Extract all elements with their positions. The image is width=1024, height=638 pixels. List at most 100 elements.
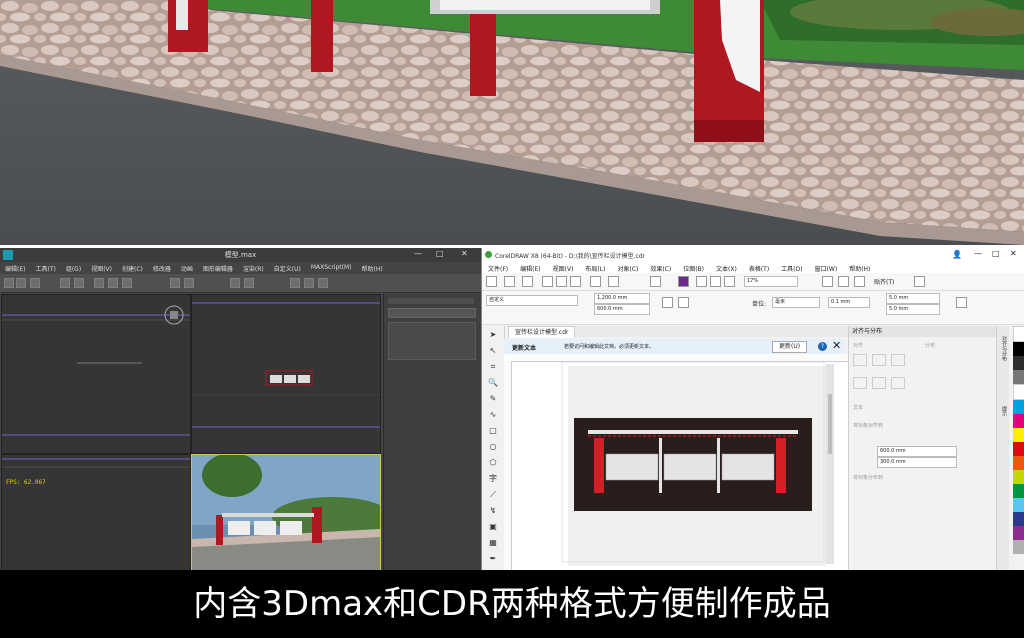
color-swatch[interactable]: [1013, 370, 1024, 384]
menu-item[interactable]: 对象(C): [611, 262, 644, 273]
publish-pdf-icon[interactable]: [724, 276, 735, 287]
parallel-dimension-icon[interactable]: ⟋: [488, 490, 498, 500]
menu-item[interactable]: 视图(V): [86, 262, 117, 274]
color-swatch[interactable]: [1013, 526, 1024, 540]
open-icon[interactable]: [504, 276, 515, 287]
rulers-icon[interactable]: [838, 276, 849, 287]
ellipse-tool-icon[interactable]: ○: [488, 442, 498, 452]
shape-tool-icon[interactable]: ↖: [488, 346, 498, 356]
menu-item[interactable]: 窗口(W): [809, 262, 844, 273]
viewport-perspective[interactable]: [191, 453, 392, 570]
redo-icon[interactable]: [16, 278, 26, 288]
zoom-level-field[interactable]: 17%: [744, 276, 798, 287]
align-center-icon[interactable]: [872, 354, 886, 366]
menu-item[interactable]: 视图(V): [547, 262, 580, 273]
color-swatch[interactable]: [1013, 470, 1024, 484]
viewport-front[interactable]: [191, 294, 381, 454]
redo-icon[interactable]: [608, 276, 619, 287]
render-icon[interactable]: [318, 278, 328, 288]
rotate-icon[interactable]: [108, 278, 118, 288]
menu-item[interactable]: 文件(F): [482, 262, 514, 273]
close-icon[interactable]: ✕: [832, 339, 841, 352]
maximize-icon[interactable]: □: [436, 249, 444, 258]
menu-item[interactable]: 动画: [176, 262, 198, 274]
rectangle-tool-icon[interactable]: □: [488, 426, 498, 436]
menu-item[interactable]: 组(G): [61, 262, 86, 274]
mirror-icon[interactable]: [230, 278, 240, 288]
viewport-left[interactable]: FPS: 62.067: [1, 454, 191, 570]
snap-icon[interactable]: [170, 278, 180, 288]
menu-item[interactable]: 表格(T): [743, 262, 775, 273]
save-icon[interactable]: [522, 276, 533, 287]
menu-item[interactable]: 图形编辑器: [198, 262, 238, 274]
duplicate-x-field[interactable]: 5.0 mm: [886, 293, 940, 304]
menu-item[interactable]: 效果(C): [644, 262, 677, 273]
corel-connect-icon[interactable]: [678, 276, 689, 287]
snap-to-dropdown[interactable]: 贴齐(T): [874, 277, 894, 286]
menu-item[interactable]: 工具(T): [30, 262, 60, 274]
options-gear-icon[interactable]: [914, 276, 925, 287]
vertical-ruler[interactable]: [504, 361, 512, 570]
update-button[interactable]: 更新(U): [772, 341, 808, 353]
landscape-icon[interactable]: [678, 297, 689, 308]
color-swatch[interactable]: [1013, 326, 1024, 342]
material-editor-icon[interactable]: [290, 278, 300, 288]
import-icon[interactable]: [696, 276, 707, 287]
color-swatch[interactable]: [1013, 428, 1024, 442]
color-swatch[interactable]: [1013, 342, 1024, 356]
close-icon[interactable]: ✕: [461, 249, 468, 258]
align-bottom-icon[interactable]: [891, 376, 905, 389]
export-icon[interactable]: [710, 276, 721, 287]
portrait-icon[interactable]: [662, 297, 673, 308]
align-right-icon[interactable]: [891, 354, 905, 366]
menu-item[interactable]: 布局(L): [579, 262, 611, 273]
cut-icon[interactable]: [542, 276, 553, 287]
link-icon[interactable]: [30, 278, 40, 288]
user-icon[interactable]: 👤: [952, 250, 962, 259]
move-icon[interactable]: [94, 278, 104, 288]
menu-item[interactable]: 创建(C): [117, 262, 148, 274]
angle-snap-icon[interactable]: [184, 278, 194, 288]
text-tool-icon[interactable]: 字: [488, 474, 498, 484]
docker-tab-hints[interactable]: 提示: [998, 406, 1008, 416]
close-icon[interactable]: ✕: [1010, 249, 1017, 258]
minimize-icon[interactable]: —: [974, 249, 982, 258]
minimize-icon[interactable]: —: [414, 249, 422, 258]
menu-item[interactable]: MAXScript(M): [306, 262, 357, 274]
maximize-icon[interactable]: □: [992, 249, 1000, 258]
position-x-field[interactable]: 600.0 mm: [877, 446, 957, 457]
menu-item[interactable]: 自定义(U): [269, 262, 306, 274]
help-icon[interactable]: ?: [818, 342, 827, 351]
polygon-tool-icon[interactable]: ⬠: [488, 458, 498, 468]
connector-tool-icon[interactable]: ↯: [488, 506, 498, 516]
menu-item[interactable]: 编辑(E): [514, 262, 546, 273]
render-setup-icon[interactable]: [304, 278, 314, 288]
full-screen-icon[interactable]: [822, 276, 833, 287]
eyedropper-tool-icon[interactable]: ✒: [488, 554, 498, 564]
menu-item[interactable]: 位图(B): [677, 262, 710, 273]
select-region-icon[interactable]: [74, 278, 84, 288]
drop-shadow-tool-icon[interactable]: ▣: [488, 522, 498, 532]
object-name-field[interactable]: [388, 308, 476, 318]
crop-tool-icon[interactable]: ⌗: [488, 362, 498, 372]
menu-item[interactable]: 帮助(H): [843, 262, 876, 273]
page-preset-select[interactable]: 自定义: [486, 295, 578, 306]
menu-item[interactable]: 帮助(H): [357, 262, 388, 274]
drawing-canvas[interactable]: [504, 354, 848, 570]
align-top-icon[interactable]: [853, 376, 867, 389]
page-width-field[interactable]: 1,200.0 mm: [594, 293, 650, 304]
position-y-field[interactable]: 300.0 mm: [877, 457, 957, 468]
search-icon[interactable]: [650, 276, 661, 287]
color-swatch[interactable]: [1013, 484, 1024, 498]
units-select[interactable]: 毫米: [772, 297, 820, 308]
color-swatch[interactable]: [1013, 442, 1024, 456]
zoom-tool-icon[interactable]: 🔍: [488, 378, 498, 388]
duplicate-y-field[interactable]: 5.0 mm: [886, 304, 940, 315]
viewport-top[interactable]: [1, 294, 191, 454]
color-swatch[interactable]: [1013, 400, 1024, 414]
color-swatch[interactable]: [1013, 512, 1024, 526]
modifier-list[interactable]: [388, 322, 476, 360]
menu-item[interactable]: 编辑(E): [0, 262, 30, 274]
all-pages-icon[interactable]: [956, 297, 967, 308]
align-left-icon[interactable]: [853, 354, 867, 366]
